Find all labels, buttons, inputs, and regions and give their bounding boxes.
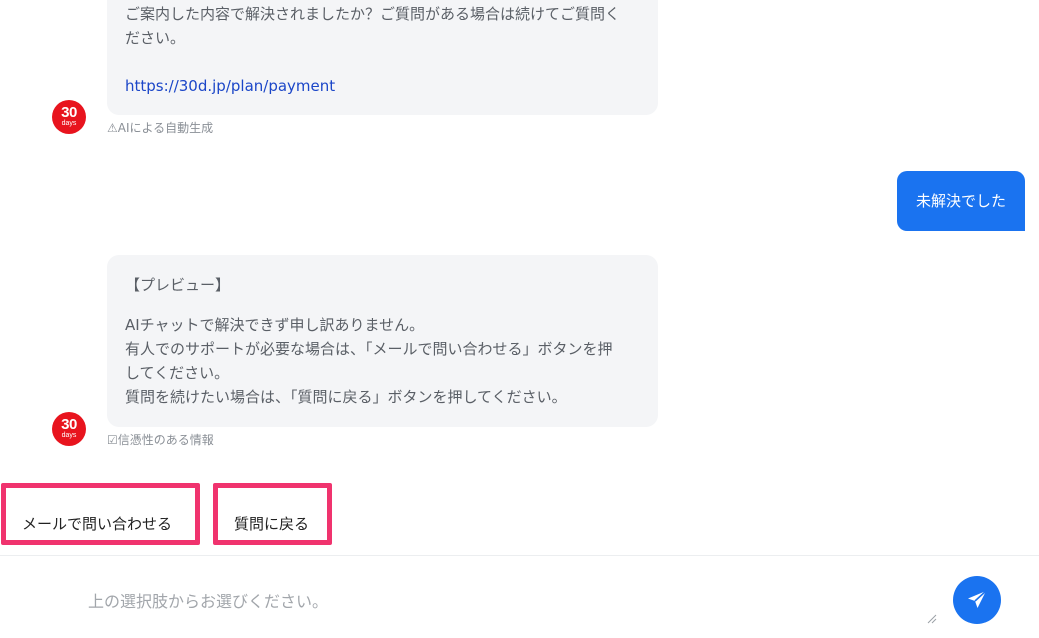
avatar-sub: days [61, 432, 77, 439]
paper-plane-icon [968, 590, 987, 608]
message-input[interactable] [74, 578, 938, 624]
resize-grip-icon[interactable] [925, 612, 937, 624]
chat-window: ご案内した内容で解決されましたか？ご質問がある場合は続けてご質問く ださい。 h… [0, 0, 1039, 638]
bot-message-text: ご案内した内容で解決されましたか？ご質問がある場合は続けてご質問く [125, 5, 621, 23]
bot-avatar: 30 days [52, 100, 86, 134]
bot-message-text: してください。 [125, 364, 230, 382]
payment-link[interactable]: https://30d.jp/plan/payment [125, 74, 335, 98]
preview-heading: 【プレビュー】 [125, 276, 231, 294]
bot-message-text: AIチャットで解決できず申し訳ありません。 [125, 316, 425, 334]
bot-message-bubble: ご案内した内容で解決されましたか？ご質問がある場合は続けてご質問く ださい。 h… [107, 0, 658, 115]
bot-avatar: 30 days [52, 412, 86, 446]
avatar-number: 30 [61, 416, 77, 433]
composer-divider [0, 555, 1039, 556]
send-button[interactable] [953, 576, 1001, 624]
bot-message-bubble: 【プレビュー】 AIチャットで解決できず申し訳ありません。 有人でのサポートが必… [107, 255, 658, 427]
ai-generated-note: ⚠AIによる自動生成 [107, 121, 214, 135]
bot-message-text: ださい。 [125, 29, 186, 47]
avatar-number: 30 [61, 104, 77, 121]
email-inquiry-button[interactable]: メールで問い合わせる [1, 483, 200, 545]
bot-message-text: 質問を続けたい場合は、「質問に戻る」ボタンを押してください。 [125, 388, 567, 406]
avatar-sub: days [61, 120, 77, 127]
back-to-question-button[interactable]: 質問に戻る [213, 483, 332, 545]
reliable-info-note: ☑信憑性のある情報 [107, 433, 214, 447]
user-message-bubble: 未解決でした [896, 171, 1025, 231]
bot-message-text: 有人でのサポートが必要な場合は、「メールで問い合わせる」ボタンを押 [125, 340, 613, 358]
